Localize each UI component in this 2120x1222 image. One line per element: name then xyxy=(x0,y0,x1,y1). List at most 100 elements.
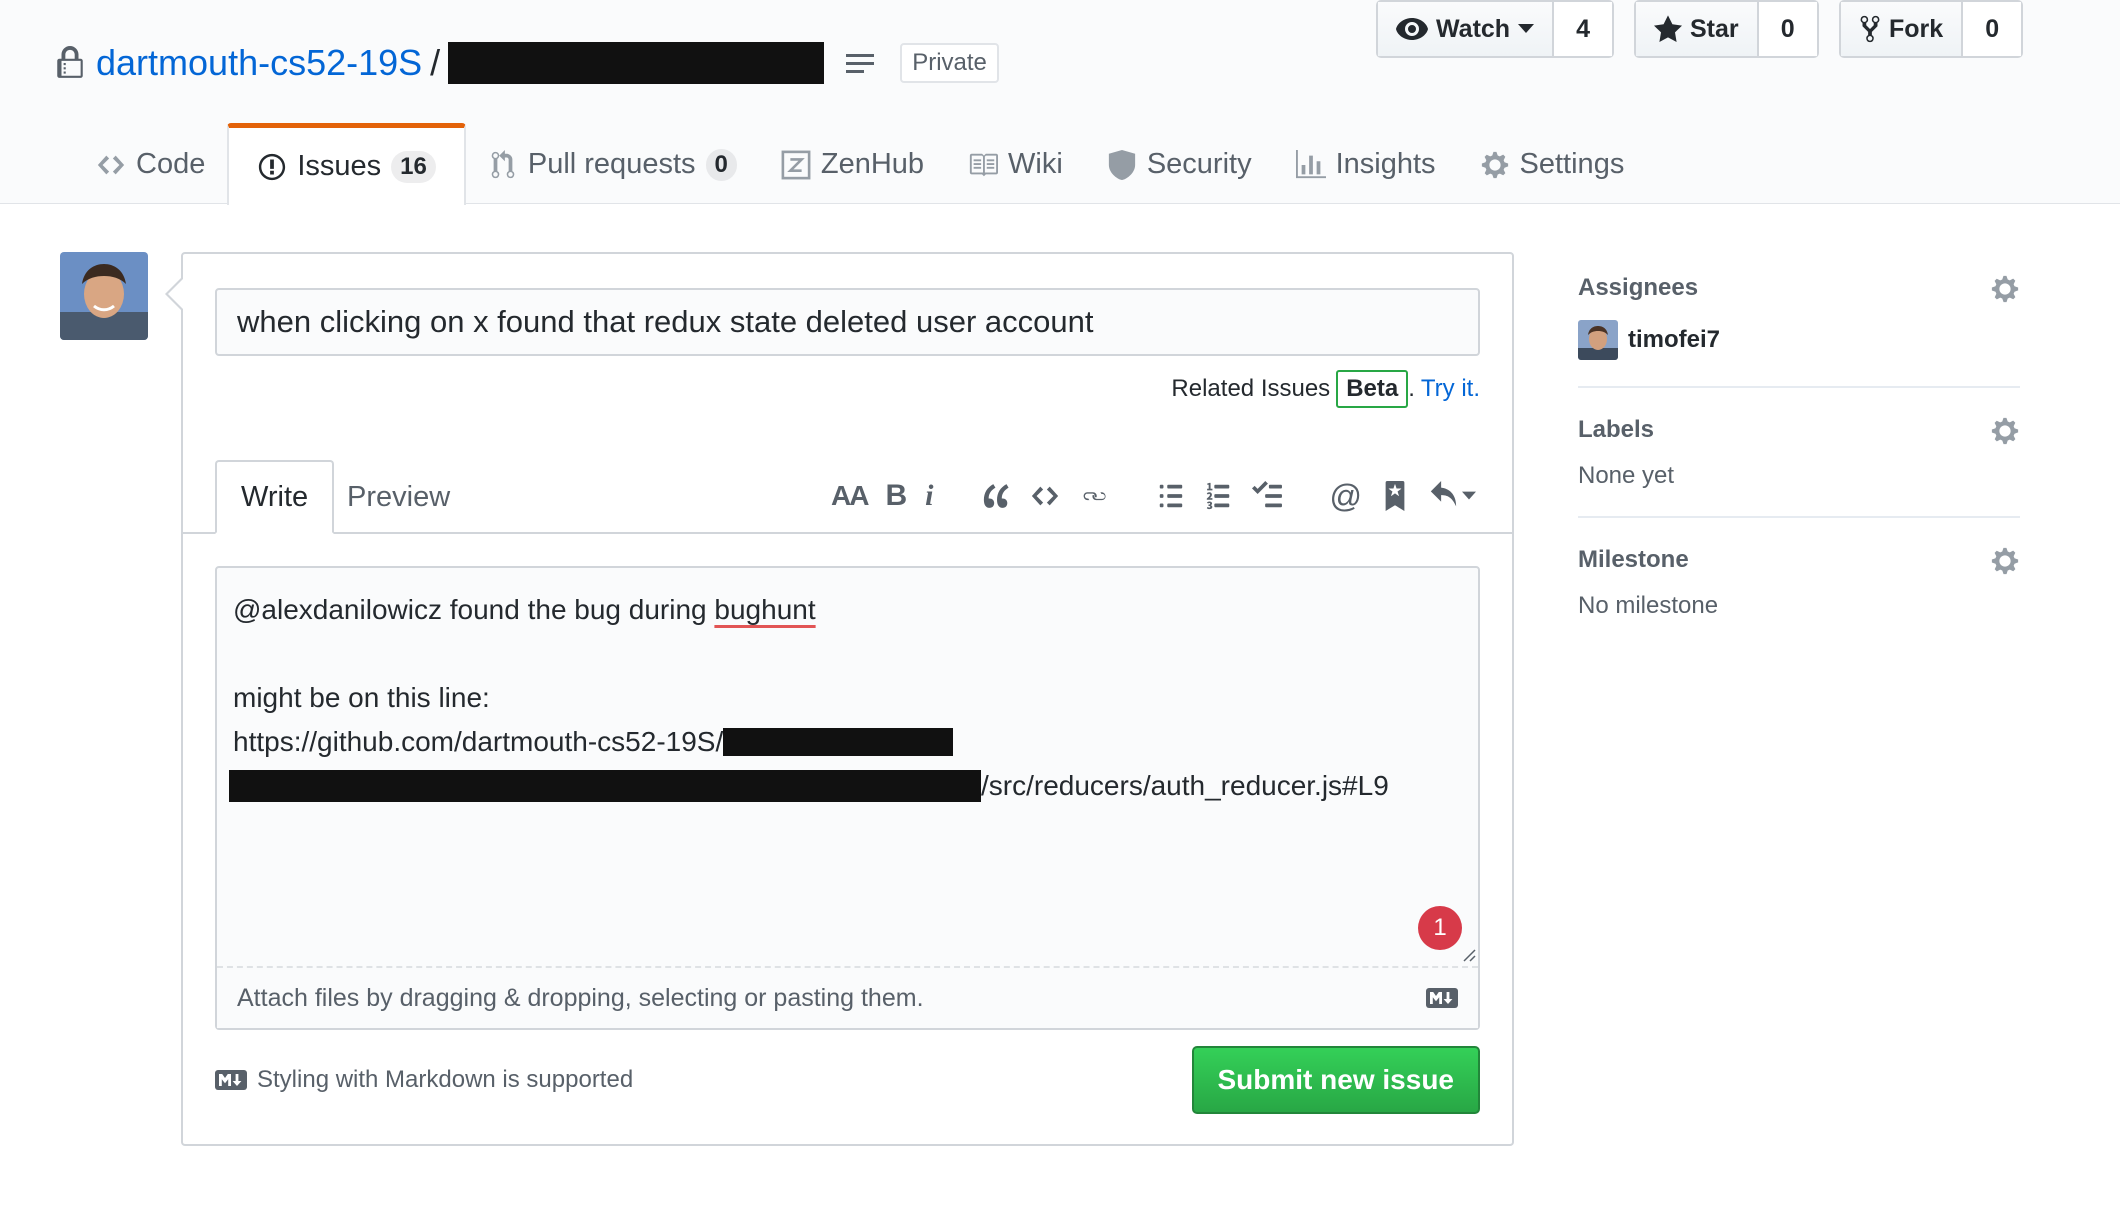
reply-dropdown-icon[interactable] xyxy=(1428,481,1476,511)
tab-write[interactable]: Write xyxy=(215,460,335,534)
tab-settings-label: Settings xyxy=(1519,148,1625,180)
code-icon xyxy=(97,155,125,174)
resize-handle-icon[interactable] xyxy=(1460,946,1476,962)
repo-title: dartmouth-cs52-19S / Private xyxy=(56,38,999,88)
lock-icon xyxy=(57,46,83,78)
eye-icon xyxy=(1396,18,1428,40)
gear-icon[interactable] xyxy=(1990,274,2020,304)
tab-zenhub[interactable]: ZenHub xyxy=(759,124,946,205)
assignee-entry[interactable]: timofei7 xyxy=(1578,320,2020,360)
gear-icon[interactable] xyxy=(1990,546,2020,576)
comment-body-textarea[interactable]: @alexdanilowicz found the bug during bug… xyxy=(215,566,1480,1030)
assignees-heading[interactable]: Assignees xyxy=(1578,270,2020,306)
markdown-icon xyxy=(1426,988,1458,1008)
author-avatar[interactable] xyxy=(60,252,148,340)
repo-owner-link[interactable]: dartmouth-cs52-19S xyxy=(96,42,422,84)
code-icon[interactable] xyxy=(1030,481,1060,511)
watch-count[interactable]: 4 xyxy=(1554,2,1613,56)
italic-icon[interactable]: i xyxy=(925,479,933,513)
new-issue-form: Related Issues Beta . Try it. Write Prev… xyxy=(165,252,1514,1146)
url-prefix: https://github.com/dartmouth-cs52-19S/ xyxy=(233,726,724,757)
notification-badge[interactable]: 1 xyxy=(1418,906,1462,950)
body-url-line: /src/reducers/auth_reducer.js#L9 xyxy=(229,764,1463,808)
book-icon xyxy=(969,153,999,176)
tab-code[interactable]: Code xyxy=(74,124,227,205)
star-button[interactable]: Star xyxy=(1636,2,1759,56)
body-blank-line xyxy=(233,632,1463,676)
watch-button-group: Watch 4 xyxy=(1376,0,1615,58)
star-icon xyxy=(1654,15,1682,42)
body-url-line: https://github.com/dartmouth-cs52-19S/ xyxy=(233,720,1463,764)
milestone-heading[interactable]: Milestone xyxy=(1578,542,2020,578)
assignee-avatar xyxy=(1578,320,1618,360)
fork-button[interactable]: Fork xyxy=(1841,2,1964,56)
markdown-icon xyxy=(215,1070,247,1090)
misspelled-word: bughunt xyxy=(714,594,816,625)
issue-opened-icon xyxy=(259,153,286,180)
labels-heading[interactable]: Labels xyxy=(1578,412,2020,448)
caret-down-icon xyxy=(1518,24,1535,33)
assignees-section: Assignees timofei7 xyxy=(1578,270,2020,388)
redacted-repo-name xyxy=(448,42,825,84)
attach-files-text: Attach files by dragging & dropping, sel… xyxy=(237,983,924,1012)
watch-button[interactable]: Watch xyxy=(1378,2,1555,56)
shield-icon xyxy=(1108,149,1135,180)
milestone-section: Milestone No milestone xyxy=(1578,542,2020,646)
graph-icon xyxy=(1295,149,1326,178)
redacted-url-part xyxy=(723,728,954,756)
issue-sidebar: Assignees timofei7 Labels None yet Miles… xyxy=(1578,270,2020,670)
star-button-group: Star 0 xyxy=(1634,0,1819,58)
git-pull-request-icon xyxy=(491,149,515,178)
milestone-value: No milestone xyxy=(1578,592,1719,619)
bookmark-icon[interactable] xyxy=(1380,481,1410,511)
mention-icon[interactable]: @ xyxy=(1330,478,1362,515)
tab-security[interactable]: Security xyxy=(1085,124,1274,205)
tab-preview[interactable]: Preview xyxy=(323,460,474,534)
related-issues-label: Related Issues xyxy=(1171,375,1331,402)
text-size-icon[interactable]: AA xyxy=(831,480,869,512)
markdown-toolbar: AA B i @ xyxy=(831,464,1476,528)
tab-pull-requests[interactable]: Pull requests 0 xyxy=(466,124,759,205)
comment-body-text: @alexdanilowicz found the bug during bug… xyxy=(229,588,1463,808)
beta-badge: Beta xyxy=(1336,370,1409,408)
tab-security-label: Security xyxy=(1146,148,1252,180)
submit-new-issue-button[interactable]: Submit new issue xyxy=(1191,1046,1480,1114)
unordered-list-icon[interactable] xyxy=(1156,481,1186,511)
repo-forked-icon xyxy=(1860,15,1880,43)
try-it-link[interactable]: Try it. xyxy=(1421,375,1480,403)
related-issues: Related Issues Beta . Try it. xyxy=(1171,370,1480,408)
fork-label: Fork xyxy=(1889,14,1944,43)
assignee-name: timofei7 xyxy=(1628,326,1721,353)
labels-value: None yet xyxy=(1578,462,1675,489)
ordered-list-icon[interactable] xyxy=(1204,481,1234,511)
star-count[interactable]: 0 xyxy=(1758,2,1817,56)
description-list-icon[interactable] xyxy=(846,51,876,75)
avatar-image xyxy=(60,252,148,340)
redacted-url-part xyxy=(229,770,981,802)
gear-icon xyxy=(1481,151,1508,178)
tab-issues[interactable]: Issues 16 xyxy=(227,123,466,205)
file-attach-bar[interactable]: Attach files by dragging & dropping, sel… xyxy=(217,966,1478,1028)
tab-pull-requests-label: Pull requests xyxy=(527,148,696,180)
link-icon[interactable] xyxy=(1078,481,1108,511)
fork-count[interactable]: 0 xyxy=(1963,2,2022,56)
repo-nav: Code Issues 16 Pull requests 0 ZenHub Wi… xyxy=(74,123,1647,205)
bold-icon[interactable]: B xyxy=(886,479,908,513)
body-line: @alexdanilowicz found the bug during bug… xyxy=(233,588,1463,632)
tab-settings[interactable]: Settings xyxy=(1458,124,1647,205)
task-list-icon[interactable] xyxy=(1251,481,1282,511)
tab-wiki[interactable]: Wiki xyxy=(946,124,1085,205)
gear-icon[interactable] xyxy=(1990,416,2020,446)
markdown-support-note[interactable]: Styling with Markdown is supported xyxy=(215,1066,633,1094)
tab-zenhub-label: ZenHub xyxy=(820,148,925,180)
form-footer: Styling with Markdown is supported Submi… xyxy=(215,1046,1480,1114)
tab-wiki-label: Wiki xyxy=(1008,148,1063,180)
issue-title-input[interactable] xyxy=(215,288,1480,356)
watch-label: Watch xyxy=(1436,14,1511,43)
tab-insights-label: Insights xyxy=(1335,148,1436,180)
star-label: Star xyxy=(1690,14,1739,43)
tab-insights[interactable]: Insights xyxy=(1274,124,1458,205)
quote-icon[interactable] xyxy=(982,481,1012,511)
zenhub-icon xyxy=(781,150,811,179)
body-line: might be on this line: xyxy=(233,682,490,713)
